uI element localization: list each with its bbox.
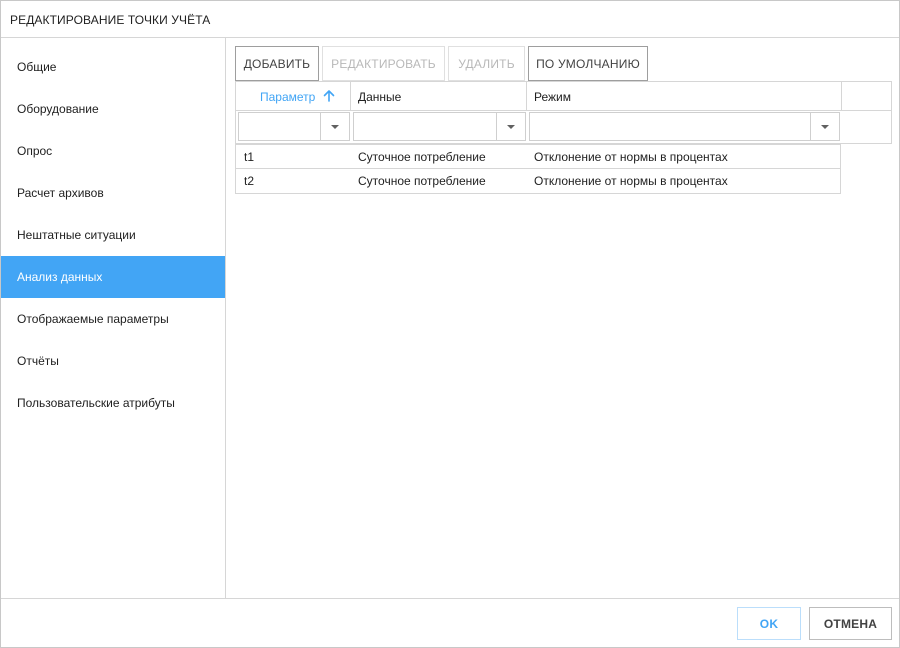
sidebar-item-label: Отчёты xyxy=(17,354,59,368)
edit-metering-point-dialog: РЕДАКТИРОВАНИЕ ТОЧКИ УЧЁТА Общие Оборудо… xyxy=(0,0,900,648)
cell-mode: Отклонение от нормы в процентах xyxy=(534,174,728,188)
caret-down-icon xyxy=(507,125,515,129)
mode-filter-select[interactable] xyxy=(529,112,840,141)
column-header-mode[interactable]: Режим xyxy=(527,82,842,110)
cell-mode: Отклонение от нормы в процентах xyxy=(534,150,728,164)
delete-button[interactable]: УДАЛИТЬ xyxy=(448,46,525,81)
sidebar-item-label: Пользовательские атрибуты xyxy=(17,396,175,410)
content-panel: ДОБАВИТЬ РЕДАКТИРОВАТЬ УДАЛИТЬ ПО УМОЛЧА… xyxy=(227,38,899,598)
sidebar-item-polling[interactable]: Опрос xyxy=(1,130,225,172)
sidebar-item-label: Анализ данных xyxy=(17,270,103,284)
column-header-data[interactable]: Данные xyxy=(351,82,527,110)
ok-button[interactable]: OK xyxy=(737,607,801,640)
table-row[interactable]: t1 Суточное потребление Отклонение от но… xyxy=(235,144,841,169)
column-header-label: Данные xyxy=(358,90,402,104)
dialog-footer: OK ОТМЕНА xyxy=(1,598,899,647)
cell-parameter: t1 xyxy=(244,150,255,164)
default-button[interactable]: ПО УМОЛЧАНИЮ xyxy=(528,46,648,81)
caret-down-icon xyxy=(331,125,339,129)
column-header-label: Параметр xyxy=(260,90,316,104)
cancel-button[interactable]: ОТМЕНА xyxy=(809,607,892,640)
grid-header: Параметр Данные Режим xyxy=(235,81,892,111)
sidebar-item-emergency-situations[interactable]: Нештатные ситуации xyxy=(1,214,225,256)
data-filter-select[interactable] xyxy=(353,112,526,141)
sidebar-item-general[interactable]: Общие xyxy=(1,46,225,88)
dialog-title: РЕДАКТИРОВАНИЕ ТОЧКИ УЧЁТА xyxy=(10,13,211,27)
filter-row xyxy=(235,110,892,144)
dropdown-button[interactable] xyxy=(810,113,839,140)
sidebar-item-displayed-parameters[interactable]: Отображаемые параметры xyxy=(1,298,225,340)
sidebar: Общие Оборудование Опрос Расчет архивов … xyxy=(1,38,226,598)
cell-parameter: t2 xyxy=(244,174,255,188)
dropdown-button[interactable] xyxy=(320,113,349,140)
sidebar-item-label: Нештатные ситуации xyxy=(17,228,136,242)
sidebar-item-data-analysis[interactable]: Анализ данных xyxy=(1,256,225,298)
sidebar-item-label: Общие xyxy=(17,60,57,74)
sidebar-item-label: Оборудование xyxy=(17,102,99,116)
table-row[interactable]: t2 Суточное потребление Отклонение от но… xyxy=(235,169,841,194)
sidebar-item-reports[interactable]: Отчёты xyxy=(1,340,225,382)
sidebar-item-label: Отображаемые параметры xyxy=(17,312,169,326)
sidebar-item-archive-calculation[interactable]: Расчет архивов xyxy=(1,172,225,214)
add-button[interactable]: ДОБАВИТЬ xyxy=(235,46,319,81)
grid-body: t1 Суточное потребление Отклонение от но… xyxy=(235,144,841,194)
edit-button[interactable]: РЕДАКТИРОВАТЬ xyxy=(322,46,445,81)
sidebar-item-label: Опрос xyxy=(17,144,53,158)
caret-down-icon xyxy=(821,125,829,129)
column-header-label: Режим xyxy=(534,90,571,104)
cell-data: Суточное потребление xyxy=(358,174,486,188)
column-header-parameter[interactable]: Параметр xyxy=(236,82,351,110)
sort-ascending-icon xyxy=(322,89,336,103)
cell-data: Суточное потребление xyxy=(358,150,486,164)
sidebar-item-label: Расчет архивов xyxy=(17,186,104,200)
sidebar-item-equipment[interactable]: Оборудование xyxy=(1,88,225,130)
parameter-filter-select[interactable] xyxy=(238,112,350,141)
dialog-titlebar: РЕДАКТИРОВАНИЕ ТОЧКИ УЧЁТА xyxy=(1,1,899,38)
sidebar-item-user-attributes[interactable]: Пользовательские атрибуты xyxy=(1,382,225,424)
dropdown-button[interactable] xyxy=(496,113,525,140)
